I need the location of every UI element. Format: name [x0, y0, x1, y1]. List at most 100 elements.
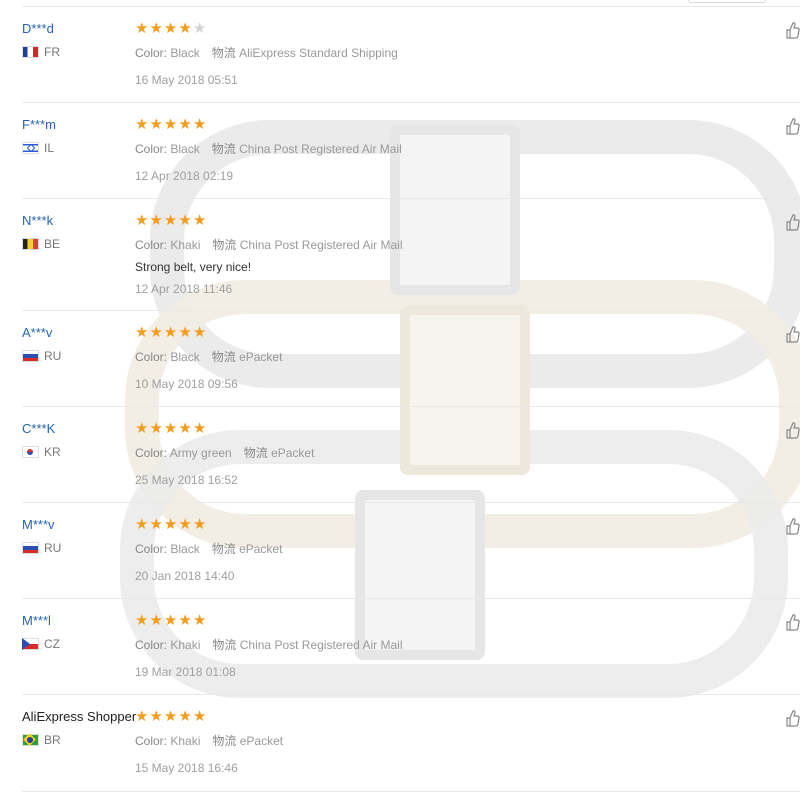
shipping-value: ePacket [271, 446, 315, 460]
shipping-value: China Post Registered Air Mail [239, 638, 403, 652]
star-icon: ★ [163, 420, 178, 437]
reviewer-name[interactable]: A***v [22, 325, 52, 340]
star-icon: ★ [135, 212, 149, 229]
star-icon: ★ [178, 516, 192, 533]
reviewer-name[interactable]: N***k [22, 213, 53, 228]
star-icon: ★ [149, 708, 163, 725]
star-icon: ★ [135, 612, 149, 629]
star-icon: ★ [178, 116, 192, 133]
star-icon: ★ [192, 516, 207, 533]
reviewer-country: BR [22, 733, 61, 747]
thumbs-up-icon[interactable] [786, 517, 800, 535]
thumbs-up-icon[interactable] [786, 613, 800, 631]
star-icon: ★ [192, 116, 207, 133]
flag-cz-icon [22, 638, 39, 650]
flag-kr-icon [22, 446, 39, 458]
review-item: F***m IL ★ ★ ★ ★ ★ Color: Black 物流 China Post… [22, 103, 800, 199]
star-icon: ★ [163, 212, 178, 229]
review-date: 16 May 2018 05:51 [135, 73, 238, 87]
shipping-key: 物流 [211, 542, 236, 556]
thumbs-up-icon[interactable] [786, 421, 800, 439]
review-item: M***l CZ ★ ★ ★ ★ ★ Color: Khaki 物流 China Post… [22, 599, 800, 695]
review-item: N***k BE ★ ★ ★ ★ ★ Color: Khaki 物流 China Post… [22, 199, 800, 311]
color-key: Color: [135, 734, 168, 748]
star-icon: ★ [163, 516, 178, 533]
thumbs-up-icon[interactable] [786, 709, 800, 727]
star-icon: ★ [178, 20, 192, 37]
star-icon: ★ [178, 708, 192, 725]
color-key: Color: [135, 142, 168, 156]
flag-br-icon [22, 734, 39, 746]
star-rating: ★ ★ ★ ★ ★ [135, 613, 206, 628]
star-icon: ★ [163, 324, 178, 341]
star-icon: ★ [149, 212, 163, 229]
star-icon: ★ [192, 20, 207, 37]
reviewer-country: CZ [22, 637, 60, 651]
color-key: Color: [135, 350, 168, 364]
review-date: 15 May 2018 16:46 [135, 761, 238, 775]
review-meta: Color: Black 物流 AliExpress Standard Shipp… [135, 44, 398, 61]
shipping-key: 物流 [212, 638, 237, 652]
star-rating: ★ ★ ★ ★ ★ [135, 709, 206, 724]
country-code: BE [44, 237, 61, 251]
reviewer-name[interactable]: D***d [22, 21, 54, 36]
flag-ru-icon [22, 542, 39, 554]
color-value: Black [170, 46, 200, 60]
country-code: FR [44, 45, 60, 59]
star-icon: ★ [149, 612, 163, 629]
star-icon: ★ [178, 612, 192, 629]
review-item: A***v RU ★ ★ ★ ★ ★ Color: Black 物流 ePacket 10… [22, 311, 800, 407]
shipping-value: AliExpress Standard Shipping [239, 46, 398, 60]
review-date: 19 Mar 2018 01:08 [135, 665, 236, 679]
review-item: D***d FR ★ ★ ★ ★ ★ Color: Black 物流 AliExpress… [22, 7, 800, 103]
star-rating: ★ ★ ★ ★ ★ [135, 21, 206, 36]
reviewer-country: BE [22, 237, 60, 251]
country-code: BR [44, 733, 61, 747]
thumbs-up-icon[interactable] [786, 325, 800, 343]
thumbs-up-icon[interactable] [786, 117, 800, 135]
star-icon: ★ [178, 212, 192, 229]
star-icon: ★ [149, 516, 163, 533]
color-value: Black [170, 350, 200, 364]
shipping-key: 物流 [211, 142, 236, 156]
shipping-value: ePacket [239, 734, 284, 748]
star-icon: ★ [192, 420, 207, 437]
review-date: 25 May 2018 16:52 [135, 473, 238, 487]
star-icon: ★ [135, 116, 149, 133]
reviewer-name[interactable]: F***m [22, 117, 56, 132]
reviewer-name[interactable]: M***v [22, 517, 55, 532]
review-date: 12 Apr 2018 11:46 [135, 282, 233, 296]
star-rating: ★ ★ ★ ★ ★ [135, 117, 206, 132]
reviewer-name[interactable]: C***K [22, 421, 55, 436]
country-code: RU [44, 541, 62, 555]
star-icon: ★ [149, 116, 163, 133]
color-value: Khaki [170, 238, 201, 252]
review-item: M***v RU ★ ★ ★ ★ ★ Color: Black 物流 ePacket 20… [22, 503, 800, 599]
color-value: Black [170, 542, 200, 556]
review-date: 12 Apr 2018 02:19 [135, 169, 234, 183]
star-rating: ★ ★ ★ ★ ★ [135, 421, 206, 436]
thumbs-up-icon[interactable] [786, 21, 800, 39]
color-key: Color: [135, 638, 168, 652]
reviewer-country: RU [22, 349, 61, 363]
color-value: Khaki [170, 638, 201, 652]
review-list: D***d FR ★ ★ ★ ★ ★ Color: Black 物流 AliExpress… [0, 7, 800, 792]
shipping-key: 物流 [211, 46, 236, 60]
country-code: IL [44, 141, 55, 155]
shipping-key: 物流 [212, 734, 237, 748]
review-meta: Color: Khaki 物流 China Post Registered Air… [135, 236, 403, 253]
shipping-key: 物流 [211, 350, 236, 364]
star-icon: ★ [192, 324, 207, 341]
review-meta: Color: Khaki 物流 ePacket [135, 732, 283, 749]
star-icon: ★ [149, 420, 163, 437]
color-key: Color: [135, 46, 168, 60]
review-date: 10 May 2018 09:56 [135, 377, 238, 391]
star-icon: ★ [192, 212, 207, 229]
star-icon: ★ [178, 324, 192, 341]
sort-control[interactable] [688, 0, 766, 3]
color-value: Khaki [170, 734, 201, 748]
thumbs-up-icon[interactable] [786, 213, 800, 231]
reviewer-name[interactable]: AliExpress Shopper [22, 709, 136, 724]
review-item: C***K KR ★ ★ ★ ★ ★ Color: Army green 物流 ePack… [22, 407, 800, 503]
reviewer-name[interactable]: M***l [22, 613, 51, 628]
